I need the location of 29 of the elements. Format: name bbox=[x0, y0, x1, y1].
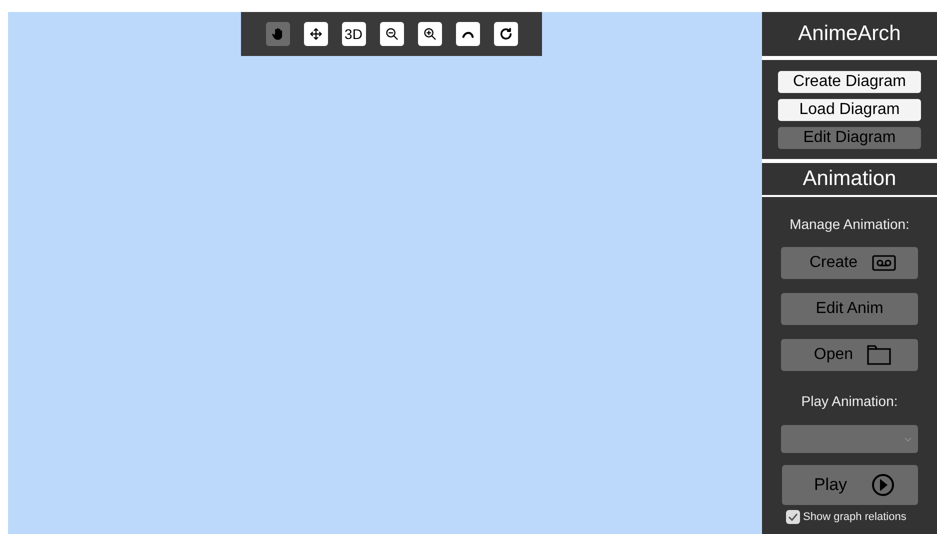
hand-icon bbox=[270, 27, 284, 41]
move-icon bbox=[308, 27, 322, 41]
animation-button[interactable]: Edit Anim bbox=[781, 293, 918, 325]
app-title: AnimeArch bbox=[797, 21, 902, 48]
folder-icon bbox=[867, 345, 892, 365]
tool-button[interactable]: 3D bbox=[342, 22, 366, 46]
section-title: Animation bbox=[802, 166, 898, 192]
tool-button[interactable] bbox=[380, 22, 404, 46]
checkbox-label: Show graph relations bbox=[803, 510, 906, 525]
animation-button[interactable]: Open bbox=[781, 339, 918, 371]
zoom-in-icon bbox=[422, 27, 436, 41]
play-button[interactable]: Play bbox=[782, 465, 918, 505]
tool-button[interactable] bbox=[418, 22, 442, 46]
play-label: Play Animation: bbox=[801, 392, 898, 411]
tool-button[interactable] bbox=[456, 22, 480, 46]
zoom-out-icon bbox=[384, 27, 398, 41]
checkbox[interactable] bbox=[786, 510, 800, 524]
check-icon bbox=[788, 512, 798, 522]
diagram-button[interactable]: Load Diagram bbox=[778, 98, 921, 120]
manage-label: Manage Animation: bbox=[790, 215, 910, 234]
play-icon bbox=[871, 473, 896, 497]
rotate-icon bbox=[498, 27, 512, 41]
diagram-button[interactable]: Create Diagram bbox=[778, 70, 921, 92]
tape-icon bbox=[872, 255, 896, 271]
tool-button[interactable] bbox=[304, 22, 328, 46]
canvas-area[interactable]: 3D bbox=[8, 12, 762, 534]
animation-button[interactable]: Create bbox=[781, 247, 918, 279]
chevron-down-icon bbox=[904, 436, 912, 442]
tool-button[interactable] bbox=[494, 22, 518, 46]
